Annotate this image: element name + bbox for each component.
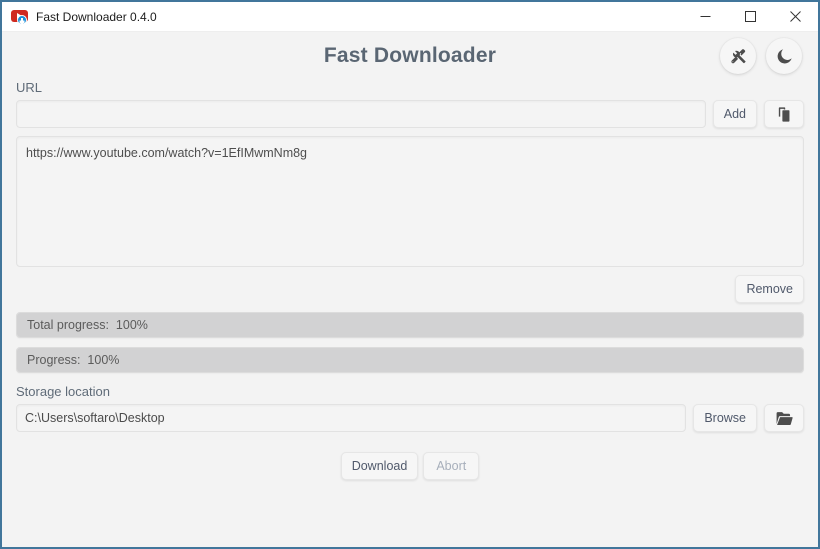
moon-icon[interactable]: [766, 38, 802, 74]
current-progress-bar: Progress: 100%: [16, 347, 804, 373]
total-progress-bar: Total progress: 100%: [16, 312, 804, 338]
minimize-icon[interactable]: [683, 2, 728, 31]
tools-icon[interactable]: [720, 38, 756, 74]
page-title: Fast Downloader: [323, 44, 497, 67]
window-title: Fast Downloader 0.4.0: [36, 9, 157, 24]
url-label: URL: [16, 80, 43, 95]
title-bar: Fast Downloader 0.4.0: [2, 2, 818, 32]
storage-location-label: Storage location: [16, 384, 110, 399]
clipboard-icon[interactable]: [764, 100, 804, 128]
list-item[interactable]: https://www.youtube.com/watch?v=1EfIMwmN…: [26, 145, 794, 162]
storage-location-row: Browse: [16, 404, 804, 432]
app-window: Fast Downloader 0.4.0 Fast Downloader UR…: [0, 0, 820, 549]
bottom-actions: Download Abort: [16, 452, 804, 480]
youtube-download-icon: [11, 8, 28, 25]
maximize-icon[interactable]: [728, 2, 773, 31]
abort-button[interactable]: Abort: [423, 452, 480, 480]
app-header: Fast Downloader: [16, 32, 804, 80]
main-content: Fast Downloader URL Add https://www.yout…: [2, 32, 818, 547]
url-list[interactable]: https://www.youtube.com/watch?v=1EfIMwmN…: [16, 136, 804, 267]
browse-button[interactable]: Browse: [693, 404, 757, 432]
total-progress-label: Total progress: 100%: [27, 318, 148, 332]
remove-row: Remove: [16, 275, 804, 303]
title-bar-left: Fast Downloader 0.4.0: [2, 8, 683, 25]
storage-location-input[interactable]: [16, 404, 687, 432]
open-folder-icon[interactable]: [764, 404, 804, 432]
header-actions: [720, 38, 802, 74]
remove-button[interactable]: Remove: [735, 275, 804, 303]
download-button[interactable]: Download: [340, 452, 419, 480]
window-controls: [683, 2, 818, 31]
add-button[interactable]: Add: [712, 100, 757, 128]
url-input-row: Add: [16, 100, 804, 128]
current-progress-label: Progress: 100%: [27, 353, 120, 367]
close-icon[interactable]: [773, 2, 818, 31]
url-input[interactable]: [16, 100, 706, 128]
current-progress-fill: [17, 348, 803, 372]
